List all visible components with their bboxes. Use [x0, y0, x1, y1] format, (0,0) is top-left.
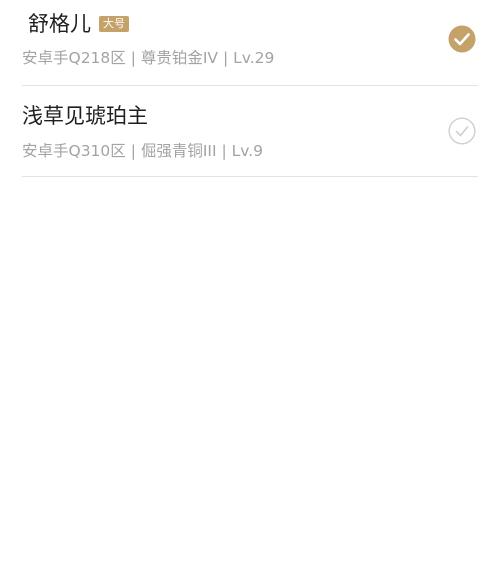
account-name: 浅草见琥珀主: [22, 104, 148, 128]
account-details: 安卓手Q310区 | 倔强青铜III | Lv.9: [22, 142, 264, 160]
check-circle-outline-icon[interactable]: [448, 117, 476, 145]
account-name-row: 舒格儿 大号: [28, 9, 129, 39]
main-account-badge: 大号: [99, 16, 129, 32]
check-circle-filled-icon[interactable]: [448, 25, 476, 53]
account-name: 舒格儿: [28, 12, 91, 36]
account-name-row: 浅草见琥珀主: [22, 101, 148, 131]
account-details: 安卓手Q218区 | 尊贵铂金IV | Lv.29: [22, 49, 275, 67]
account-item-qiancao[interactable]: 浅草见琥珀主 安卓手Q310区 | 倔强青铜III | Lv.9: [22, 86, 478, 177]
account-item-shugeer[interactable]: 舒格儿 大号 安卓手Q218区 | 尊贵铂金IV | Lv.29: [22, 0, 478, 86]
